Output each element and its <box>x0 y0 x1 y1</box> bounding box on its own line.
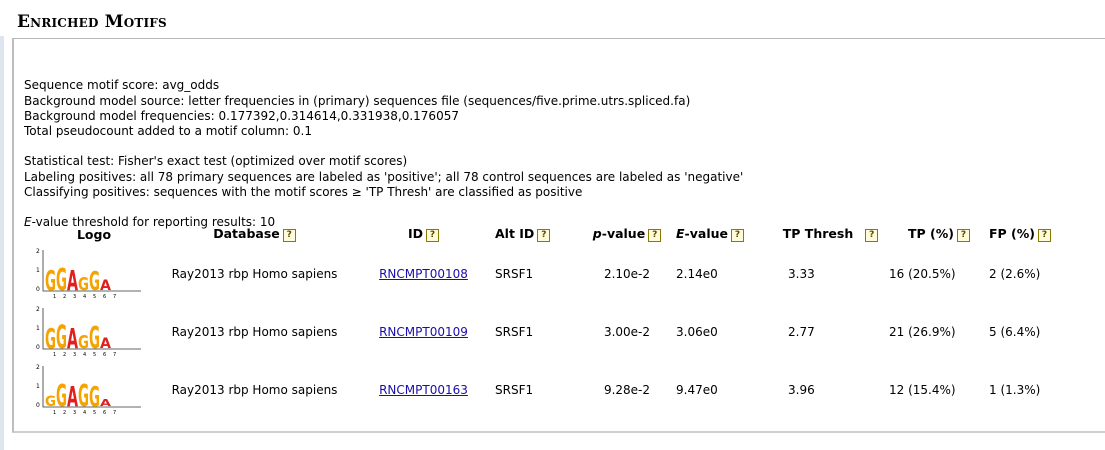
motif-id-link[interactable]: RNCMPT00108 <box>379 267 468 281</box>
col-pvalue: p-value? <box>578 223 676 245</box>
logo-letter: G <box>45 322 56 355</box>
alt-id-cell: SRSF1 <box>495 267 534 281</box>
logo-tick-label: 0 <box>36 286 40 293</box>
tp-cell: 21 (26.9%) <box>889 325 956 339</box>
fp-cell: 2 (2.6%) <box>989 267 1041 281</box>
logo-letter: G <box>56 379 67 414</box>
col-tp: TP (%)? <box>889 223 989 245</box>
tp-thresh-cell: 2.77 <box>788 325 815 339</box>
tp-cell: 16 (20.5%) <box>889 267 956 281</box>
logo-tick-label: 0 <box>36 402 40 409</box>
help-icon[interactable]: ? <box>426 229 440 242</box>
logo-letter: G <box>45 264 56 297</box>
col-alt-id: Alt ID? <box>495 223 578 245</box>
logo-position-label: 6 <box>103 294 106 300</box>
statistical-test-line: Statistical test: Fisher's exact test (o… <box>24 154 408 169</box>
left-rail <box>0 36 4 450</box>
pseudocount-line: Total pseudocount added to a motif colum… <box>24 124 312 139</box>
page-title: Enriched Motifs <box>17 12 167 32</box>
background-source-line: Background model source: letter frequenc… <box>24 93 691 108</box>
logo-letter: G <box>56 263 67 298</box>
logo-tick-label: 1 <box>36 267 40 274</box>
table-header-row: Logo Database? ID? Alt ID? p-value? E-va… <box>31 223 1069 245</box>
sequence-logo-graphic: 2101 2 3 4 5 6 7G G A G G A <box>36 306 141 358</box>
help-icon[interactable]: ? <box>537 229 551 242</box>
fp-cell: 5 (6.4%) <box>989 325 1041 339</box>
logo-position-label: 7 <box>113 352 116 358</box>
help-icon[interactable]: ? <box>730 229 744 242</box>
table-row: 2101234567GGAGGA Ray2013 rbp Homo sapien… <box>31 303 1069 361</box>
sequence-logo-graphic: 2101 2 3 4 5 6 7G G A G G A <box>36 364 141 416</box>
logo-tick-label: 2 <box>36 364 40 371</box>
classifying-positives-line: Classifying positives: sequences with th… <box>24 185 583 200</box>
motif-logo-cell: 2101234567GGAGGA <box>31 361 157 419</box>
logo-tick-label: 2 <box>36 306 40 313</box>
col-logo: Logo <box>76 226 112 242</box>
database-cell: Ray2013 rbp Homo sapiens <box>171 325 338 339</box>
logo-position-label: 6 <box>103 410 106 416</box>
motif-logo: 2101234567GGAGGA <box>31 361 141 419</box>
logo-letter: A <box>100 336 111 352</box>
logo-letter: A <box>67 322 78 355</box>
motif-logo: 2101234567GGAGGA <box>31 245 141 303</box>
logo-tick-label: 2 <box>36 248 40 255</box>
sequence-logo-graphic: 2101 2 3 4 5 6 7G G A G G A <box>36 248 141 300</box>
logo-letter: G <box>78 379 89 414</box>
help-icon[interactable]: ? <box>1038 229 1052 242</box>
analysis-settings: Sequence motif score: avg_odds Background… <box>24 63 743 246</box>
logo-letter: A <box>67 264 78 297</box>
fp-cell: 1 (1.3%) <box>989 383 1041 397</box>
alt-id-cell: SRSF1 <box>495 325 534 339</box>
labeling-positives-line: Labeling positives: all 78 primary seque… <box>24 169 744 184</box>
logo-letter: A <box>100 278 111 294</box>
logo-letter: A <box>67 380 78 413</box>
col-database: Database? <box>157 223 352 245</box>
table-row: 2101234567GGAGGA Ray2013 rbp Homo sapien… <box>31 361 1069 419</box>
logo-letter: A <box>100 398 111 409</box>
tp-cell: 12 (15.4%) <box>889 383 956 397</box>
logo-tick-label: 0 <box>36 344 40 351</box>
tp-thresh-cell: 3.33 <box>788 267 815 281</box>
pvalue-cell: 2.10e-2 <box>603 267 651 281</box>
logo-letter: G <box>89 380 100 413</box>
evalue-cell: 2.14e0 <box>676 267 718 281</box>
motif-id-link[interactable]: RNCMPT00109 <box>379 325 468 339</box>
logo-letter: G <box>56 318 67 356</box>
help-icon[interactable]: ? <box>865 229 879 242</box>
col-id: ID? <box>352 223 495 245</box>
col-fp: FP (%)? <box>989 223 1069 245</box>
motif-logo-cell: 2101234567GGAGGA <box>31 303 157 361</box>
logo-letter: G <box>89 267 100 297</box>
evalue-cell: 9.47e0 <box>676 383 718 397</box>
database-cell: Ray2013 rbp Homo sapiens <box>171 267 338 281</box>
logo-letter: G <box>78 274 89 295</box>
logo-position-label: 7 <box>113 410 116 416</box>
help-icon[interactable]: ? <box>282 229 296 242</box>
background-frequencies-line: Background model frequencies: 0.177392,0… <box>24 108 459 123</box>
logo-letter: G <box>45 394 56 410</box>
database-cell: Ray2013 rbp Homo sapiens <box>171 383 338 397</box>
logo-tick-label: 1 <box>36 383 40 390</box>
motif-logo: 2101234567GGAGGA <box>31 303 141 361</box>
motifs-table: Logo Database? ID? Alt ID? p-value? E-va… <box>31 223 1069 419</box>
motif-logo-cell: 2101234567GGAGGA <box>31 245 157 303</box>
tp-thresh-cell: 3.96 <box>788 383 815 397</box>
motif-score-line: Sequence motif score: avg_odds <box>24 78 220 93</box>
col-tp-thresh: TP Thresh? <box>772 223 889 245</box>
pvalue-cell: 9.28e-2 <box>603 383 651 397</box>
help-icon[interactable]: ? <box>648 229 662 242</box>
logo-position-label: 7 <box>113 294 116 300</box>
help-icon[interactable]: ? <box>957 229 970 242</box>
col-evalue: E-value? <box>676 223 772 245</box>
alt-id-cell: SRSF1 <box>495 383 534 397</box>
table-row: 2101234567GGAGGA Ray2013 rbp Homo sapien… <box>31 245 1069 303</box>
logo-position-label: 6 <box>103 352 106 358</box>
logo-letter: G <box>89 321 100 356</box>
pvalue-cell: 3.00e-2 <box>603 325 651 339</box>
motif-id-link[interactable]: RNCMPT00163 <box>379 383 468 397</box>
logo-tick-label: 1 <box>36 325 40 332</box>
evalue-cell: 3.06e0 <box>676 325 718 339</box>
logo-letter: G <box>78 332 89 353</box>
